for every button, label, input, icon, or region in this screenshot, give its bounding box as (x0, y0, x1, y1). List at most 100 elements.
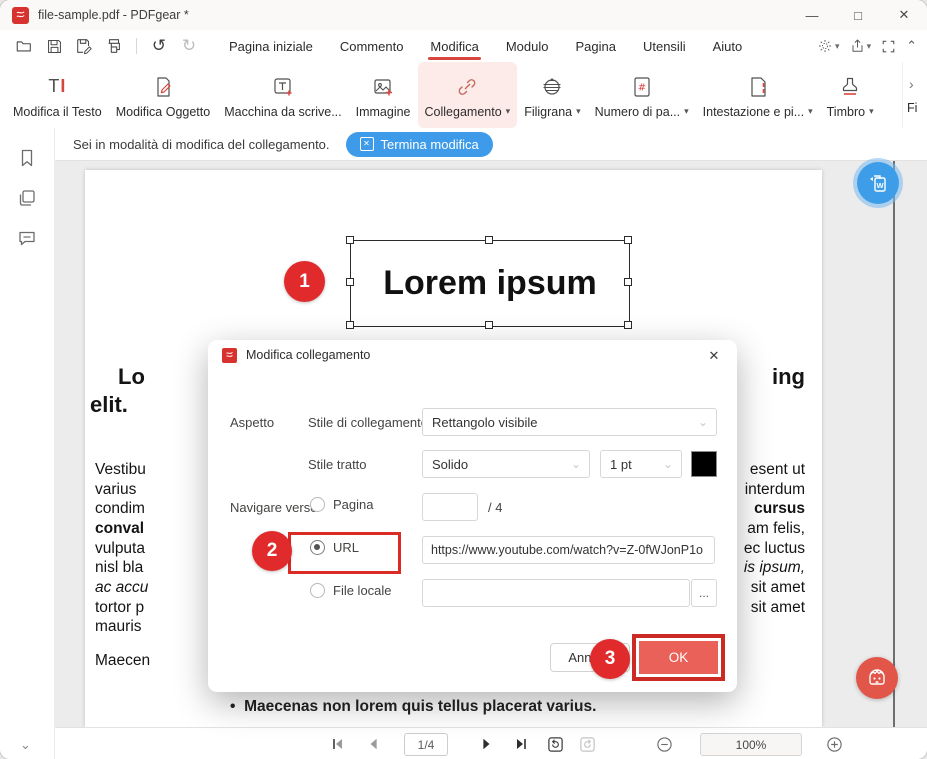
selection-handle[interactable] (485, 321, 493, 329)
spessore-select[interactable]: 1 pt ⌄ (600, 450, 682, 478)
last-page-button[interactable] (510, 733, 532, 755)
doc-text-fragment: ec luctus (744, 540, 805, 558)
assistant-mascot-button[interactable] (856, 657, 898, 699)
browse-button[interactable]: ... (691, 579, 717, 607)
ribbon-modifica-testo[interactable]: TI Modifica il Testo (6, 62, 109, 128)
theme-button[interactable]: ▾ (817, 38, 840, 54)
ribbon-timbro[interactable]: Timbro▾ (820, 62, 881, 128)
ribbon-filigrana[interactable]: Filigrana▾ (517, 62, 587, 128)
sidebar-collapse-button[interactable]: ⌄ (20, 738, 31, 753)
menu-modulo[interactable]: Modulo (504, 34, 551, 59)
ribbon-modifica-oggetto[interactable]: Modifica Oggetto (109, 62, 218, 128)
menu-pagina-iniziale[interactable]: Pagina iniziale (227, 34, 315, 59)
zoom-out-button[interactable] (653, 733, 675, 755)
url-annotation-box (288, 532, 401, 574)
stile-collegamento-select[interactable]: Rettangolo visibile ⌄ (422, 408, 717, 436)
save-as-button[interactable] (72, 34, 96, 58)
ribbon-overflow[interactable]: › Fi (902, 62, 927, 128)
sun-icon (817, 38, 833, 54)
share-button[interactable]: ▾ (850, 38, 872, 54)
zoom-level-box[interactable]: 100% (700, 733, 802, 756)
selection-handle[interactable] (624, 278, 632, 286)
rotate-left-button[interactable] (544, 733, 566, 755)
termina-modifica-label: Termina modifica (381, 137, 479, 152)
stile-tratto-select[interactable]: Solido ⌄ (422, 450, 590, 478)
ribbon-collegamento[interactable]: Collegamento▾ (418, 62, 518, 128)
dialog-close-button[interactable]: ✕ (703, 345, 725, 367)
zoom-in-icon (826, 736, 843, 753)
step-number: 3 (605, 648, 616, 670)
file-path-input[interactable] (422, 579, 690, 607)
menu-pagina[interactable]: Pagina (573, 34, 617, 59)
step-number: 1 (299, 271, 310, 293)
ok-button[interactable]: OK (639, 641, 718, 674)
termina-modifica-button[interactable]: ✕ Termina modifica (346, 132, 493, 157)
pages-panel-button[interactable] (16, 187, 38, 209)
undo-button[interactable]: ↺ (147, 34, 171, 58)
rotate-left-icon (547, 736, 564, 753)
zoom-in-button[interactable] (823, 733, 845, 755)
stroke-color-swatch[interactable] (691, 451, 717, 477)
url-input[interactable]: https://www.youtube.com/watch?v=Z-0fWJon… (422, 536, 715, 564)
selection-handle[interactable] (624, 236, 632, 244)
menu-commento[interactable]: Commento (338, 34, 406, 59)
ribbon-label: Collegamento (425, 105, 502, 119)
chevron-right-icon: › (909, 76, 914, 92)
ribbon-numero-pagina[interactable]: # Numero di pa...▾ (588, 62, 696, 128)
robot-mascot-icon (864, 665, 890, 691)
menu-utensili[interactable]: Utensili (641, 34, 688, 59)
selected-link-box[interactable]: Lorem ipsum (350, 240, 630, 327)
pagina-radio-row[interactable]: Pagina (310, 497, 373, 512)
rotate-right-button[interactable] (576, 733, 598, 755)
page-number-icon: # (630, 72, 654, 102)
print-button[interactable] (102, 34, 126, 58)
selection-handle[interactable] (346, 278, 354, 286)
maximize-button[interactable]: □ (835, 0, 881, 30)
first-page-button[interactable] (327, 733, 349, 755)
comments-panel-button[interactable] (16, 227, 38, 249)
undo-icon: ↺ (152, 36, 166, 56)
close-icon: ✕ (709, 348, 720, 364)
save-button[interactable] (42, 34, 66, 58)
dialog-title-bar[interactable]: Modifica collegamento ✕ (208, 340, 737, 370)
minimize-button[interactable]: — (789, 0, 835, 30)
page-total-label: / 4 (488, 500, 502, 515)
file-locale-radio-row[interactable]: File locale (310, 583, 392, 598)
doc-text-fragment: Vestibu (95, 461, 146, 479)
main-menu: Pagina iniziale Commento Modifica Modulo… (227, 30, 744, 62)
selection-handle[interactable] (346, 321, 354, 329)
menu-aiuto[interactable]: Aiuto (711, 34, 745, 59)
page-indicator-value: 1/4 (418, 738, 435, 752)
redo-button[interactable]: ↻ (177, 34, 201, 58)
ribbon-label: Intestazione e pi... (703, 105, 804, 119)
collapse-ribbon-button[interactable]: ⌃ (906, 39, 917, 54)
selection-handle[interactable] (346, 236, 354, 244)
convert-to-word-button[interactable]: W (857, 162, 899, 204)
menu-modifica[interactable]: Modifica (428, 34, 480, 59)
previous-page-button[interactable] (363, 733, 385, 755)
pagina-radio[interactable] (310, 497, 325, 512)
selection-handle[interactable] (485, 236, 493, 244)
ok-annotation-box: OK (632, 634, 725, 681)
fullscreen-button[interactable] (881, 39, 896, 54)
menu-right-controls: ▾ ▾ ⌃ (817, 30, 917, 62)
vertical-scrollbar[interactable] (893, 161, 895, 727)
ok-label: OK (669, 650, 689, 665)
pagina-number-input[interactable] (422, 493, 478, 521)
ribbon-label: Macchina da scrive... (224, 105, 341, 119)
bookmarks-panel-button[interactable] (16, 147, 38, 169)
next-page-button[interactable] (475, 733, 497, 755)
close-button[interactable]: ✕ (881, 0, 927, 30)
open-file-button[interactable] (12, 34, 36, 58)
select-chevron-icon: ⌄ (698, 415, 708, 429)
selection-handle[interactable] (624, 321, 632, 329)
file-locale-radio[interactable] (310, 583, 325, 598)
doc-text-fragment: sit amet (751, 599, 805, 617)
comment-icon (16, 227, 38, 249)
page-indicator[interactable]: 1/4 (404, 733, 448, 756)
ribbon-intestazione[interactable]: Intestazione e pi...▾ (696, 62, 820, 128)
status-bar: 1/4 100% (55, 727, 927, 759)
toolbar-separator (136, 38, 137, 54)
ribbon-macchina-da-scrivere[interactable]: Macchina da scrive... (217, 62, 348, 128)
ribbon-immagine[interactable]: Immagine (349, 62, 418, 128)
